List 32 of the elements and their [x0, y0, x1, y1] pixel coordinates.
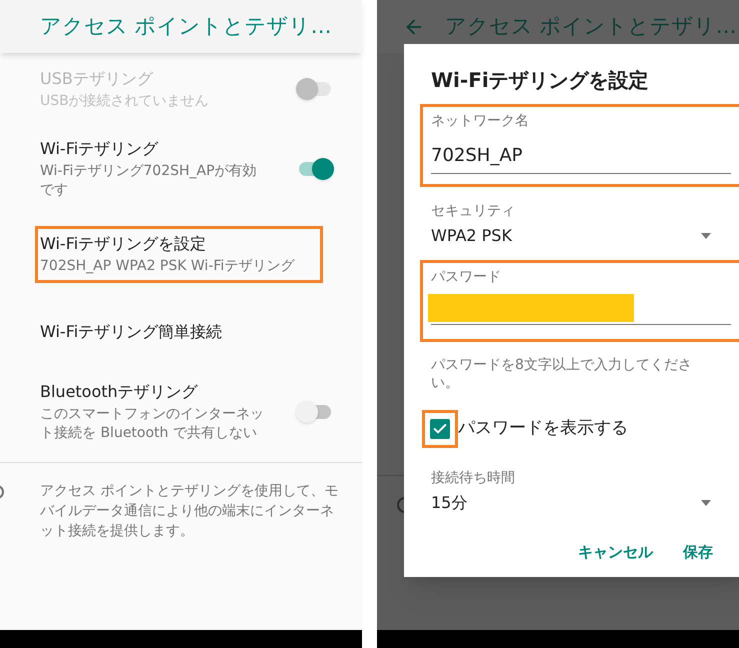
settings-item[interactable]: Wi-Fiテザリング簡単接続 — [0, 296, 362, 368]
item-title: Bluetoothテザリング — [40, 381, 199, 403]
timeout-dropdown[interactable]: 15分 — [431, 491, 711, 515]
checkbox[interactable] — [430, 419, 450, 439]
item-title: USBテザリング — [40, 68, 154, 90]
security-dropdown[interactable]: WPA2 PSK — [431, 224, 711, 248]
network-name-field[interactable]: 702SH_AP — [431, 142, 731, 174]
dialog-title: Wi-Fiテザリングを設定 — [431, 67, 650, 94]
settings-item[interactable]: Wi-Fiテザリングを設定 702SH_AP WPA2 PSK Wi-Fiテザリング — [0, 213, 362, 296]
item-subtitle: USBが接続されていません — [40, 92, 210, 110]
app-bar-title: アクセス ポイントとテザリ… — [445, 12, 737, 40]
password-field[interactable] — [431, 294, 731, 325]
dialog-button[interactable]: 保存 — [683, 541, 713, 564]
item-subtitle: Wi-Fiテザリング702SH_APが有効です — [40, 162, 258, 200]
item-subtitle: 702SH_AP WPA2 PSK Wi-Fiテザリング — [40, 257, 296, 276]
settings-item[interactable]: Bluetoothテザリング このスマートフォンのインターネット接続を Bluetooth で共有しない — [0, 368, 362, 456]
item-title: Wi-Fiテザリングを設定 — [40, 233, 208, 255]
settings-item[interactable]: Wi-Fiテザリング Wi-Fiテザリング702SH_APが有効です — [0, 125, 362, 213]
field-label: ネットワーク名 — [431, 112, 530, 131]
field-label: パスワード — [431, 268, 502, 287]
field-label: セキュリティ — [431, 202, 516, 221]
item-title: Wi-Fiテザリング — [40, 138, 160, 160]
field-label: 接続待ち時間 — [431, 469, 516, 488]
app-bar-title: アクセス ポイントとテザリ… — [40, 12, 332, 40]
checkbox-label: パスワードを表示する — [458, 417, 628, 440]
footer-text: アクセス ポイントとテザリングを使用して、モバイルデータ通信により他の端末にインターネット接続を提供します。 — [40, 482, 340, 541]
dropdown-arrow-icon — [701, 500, 711, 506]
dialog-button[interactable]: キャンセル — [578, 541, 653, 564]
item-subtitle: このスマートフォンのインターネット接続を Bluetooth で共有しない — [40, 405, 265, 443]
password-hint: パスワードを8文字以上で入力してください。 — [431, 356, 693, 392]
item-title: Wi-Fiテザリング簡単接続 — [40, 321, 224, 343]
dropdown-arrow-icon — [701, 233, 711, 239]
